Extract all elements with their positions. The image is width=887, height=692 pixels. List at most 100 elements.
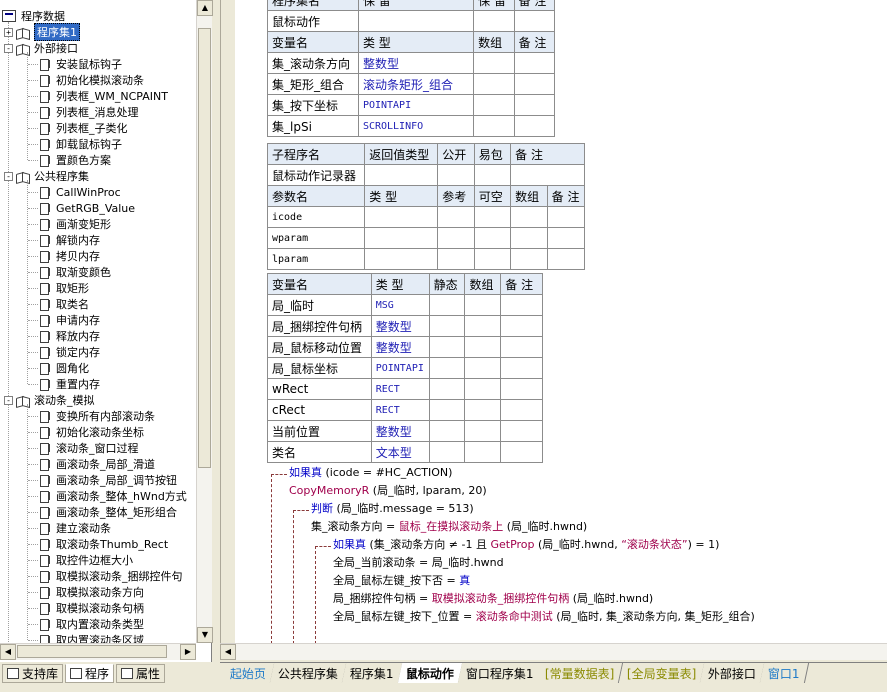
tree-item[interactable]: 安装鼠标钩子: [40, 56, 122, 72]
tree-item[interactable]: 列表框_WM_NCPAINT: [40, 88, 168, 104]
table-cell[interactable]: [428, 378, 466, 400]
variable-name[interactable]: 集_滚动条方向: [267, 52, 359, 74]
table-cell[interactable]: [437, 164, 475, 186]
table-cell[interactable]: [513, 73, 556, 95]
table-cell[interactable]: [357, 10, 475, 32]
tree-item[interactable]: 初始化模拟滚动条: [40, 72, 144, 88]
table-cell[interactable]: [510, 206, 548, 228]
expander-icon[interactable]: -: [4, 43, 13, 53]
table-row[interactable]: 局_鼠标坐标 POINTAPI: [267, 357, 543, 379]
variable-type[interactable]: MSG: [370, 294, 430, 316]
variable-type[interactable]: 整数型: [370, 420, 430, 442]
tree-item[interactable]: 滚动条_窗口过程: [40, 440, 139, 456]
variable-name[interactable]: 集_lpSi: [267, 115, 359, 137]
table-cell[interactable]: [428, 441, 466, 463]
tree-item[interactable]: 取滚动条Thumb_Rect: [40, 536, 168, 552]
parameter-name[interactable]: wparam: [266, 227, 366, 249]
editor-tab[interactable]: 鼠标动作: [397, 663, 463, 683]
tree-group[interactable]: - 公共程序集: [4, 168, 89, 184]
table-cell[interactable]: [464, 357, 502, 379]
table-cell[interactable]: [437, 248, 475, 270]
table-cell[interactable]: [473, 206, 512, 228]
tree-item[interactable]: 建立滚动条: [40, 520, 111, 536]
table-cell[interactable]: [510, 164, 585, 186]
tree-item[interactable]: 卸载鼠标钩子: [40, 136, 122, 152]
table-cell[interactable]: [473, 115, 515, 137]
tree-root[interactable]: 程序数据: [2, 8, 65, 23]
variable-type[interactable]: SCROLLINFO: [357, 115, 475, 137]
table-row[interactable]: lparam: [266, 248, 586, 270]
scroll-right-icon[interactable]: ▶: [180, 644, 196, 660]
table-row[interactable]: wparam: [266, 227, 586, 249]
code-block[interactable]: 如果真 (icode = #HC_ACTION) CopyMemoryR (局_…: [221, 464, 887, 643]
table-cell[interactable]: [428, 399, 466, 421]
tree-item[interactable]: 拷贝内存: [40, 248, 100, 264]
table-cell[interactable]: [546, 206, 586, 228]
project-tree[interactable]: 程序数据 + 程序集1 - 外部接口 安装鼠标钩子 初始化模拟滚动条 列表框_WM_NCPAI…: [0, 0, 196, 643]
subroutine-name-cell[interactable]: 鼠标动作记录器: [266, 164, 366, 186]
tree-item[interactable]: 置颜色方案: [40, 152, 111, 168]
table-cell[interactable]: [437, 227, 475, 249]
table-cell[interactable]: [500, 378, 543, 400]
parameter-name[interactable]: lparam: [266, 248, 366, 270]
editor-tab[interactable]: [全局变量表]: [618, 663, 706, 683]
code-editor[interactable]: 程序集名 保 留 保 留 备 注 鼠标动作 变量名 类 型 数组 备 注 集_滚…: [220, 0, 887, 643]
tree-item[interactable]: 列表框_消息处理: [40, 104, 139, 120]
table-row[interactable]: wRect RECT: [267, 378, 543, 400]
scroll-left-icon[interactable]: ◀: [220, 644, 236, 660]
table-row[interactable]: 局_捆绑控件句柄 整数型: [267, 315, 543, 337]
variable-name[interactable]: 局_捆绑控件句柄: [267, 315, 372, 337]
tree-group[interactable]: - 滚动条_模拟: [4, 392, 95, 408]
tree-item[interactable]: 取控件边框大小: [40, 552, 133, 568]
table-cell[interactable]: [364, 164, 439, 186]
editor-tab[interactable]: 公共程序集: [269, 663, 348, 683]
table-cell[interactable]: [464, 378, 502, 400]
tree-item[interactable]: 取模拟滚动条句柄: [40, 600, 144, 616]
tree-group[interactable]: - 外部接口: [4, 40, 78, 56]
table-cell[interactable]: [513, 94, 556, 116]
tab-program[interactable]: 程序: [65, 663, 115, 683]
variable-type[interactable]: 整数型: [370, 315, 430, 337]
tree-item[interactable]: 画滚动条_局部_调节按钮: [40, 472, 177, 488]
table-cell[interactable]: [428, 420, 466, 442]
variable-name[interactable]: 集_矩形_组合: [267, 73, 359, 95]
table-cell[interactable]: [500, 399, 543, 421]
variable-type[interactable]: 滚动条矩形_组合: [357, 73, 475, 95]
scroll-thumb-h[interactable]: [17, 645, 167, 658]
table-cell[interactable]: [513, 115, 556, 137]
variable-type[interactable]: 整数型: [357, 52, 475, 74]
tree-item[interactable]: 锁定内存: [40, 344, 100, 360]
tree-group[interactable]: + 程序集1: [4, 23, 80, 41]
variable-type[interactable]: 文本型: [370, 441, 430, 463]
code-line[interactable]: 局_捆绑控件句柄 = 取模拟滚动条_捆绑控件句柄 (局_临时.hwnd): [333, 590, 653, 608]
expander-icon[interactable]: +: [4, 27, 13, 37]
tree-horizontal-scrollbar[interactable]: ◀ ▶: [0, 643, 196, 660]
table-cell[interactable]: [500, 336, 543, 358]
tree-item[interactable]: 取模拟滚动条_捆绑控件句: [40, 568, 183, 584]
tree-item[interactable]: 取矩形: [40, 280, 89, 296]
table-cell[interactable]: [500, 315, 543, 337]
table-cell[interactable]: [464, 315, 502, 337]
code-line[interactable]: 如果真 (icode = #HC_ACTION): [289, 464, 452, 482]
editor-tab[interactable]: 窗口程序集1: [457, 663, 543, 683]
table-row[interactable]: 当前位置 整数型: [267, 420, 543, 442]
tree-item[interactable]: 画滚动条_整体_hWnd方式: [40, 488, 187, 504]
variable-name[interactable]: 局_临时: [267, 294, 372, 316]
variable-name[interactable]: 当前位置: [267, 420, 372, 442]
tree-item[interactable]: 解锁内存: [40, 232, 100, 248]
table-row[interactable]: 集_滚动条方向 整数型: [267, 52, 556, 74]
table-cell[interactable]: [428, 294, 466, 316]
code-line[interactable]: 如果真 (集_滚动条方向 ≠ -1 且 GetProp (局_临时.hwnd, …: [333, 536, 719, 554]
table-cell[interactable]: [473, 52, 515, 74]
variable-type[interactable]: RECT: [370, 399, 430, 421]
tree-vertical-scrollbar[interactable]: ▲ ▼: [196, 0, 213, 643]
scroll-down-icon[interactable]: ▼: [197, 627, 213, 643]
expander-icon[interactable]: -: [4, 171, 13, 181]
table-row[interactable]: 集_矩形_组合 滚动条矩形_组合: [267, 73, 556, 95]
tree-item[interactable]: GetRGB_Value: [40, 200, 135, 216]
editor-tab[interactable]: 起始页: [221, 663, 276, 683]
code-line[interactable]: 判断 (局_临时.message = 513): [311, 500, 474, 518]
table-cell[interactable]: [428, 357, 466, 379]
tree-item[interactable]: 画渐变矩形: [40, 216, 111, 232]
scroll-up-icon[interactable]: ▲: [197, 0, 213, 16]
